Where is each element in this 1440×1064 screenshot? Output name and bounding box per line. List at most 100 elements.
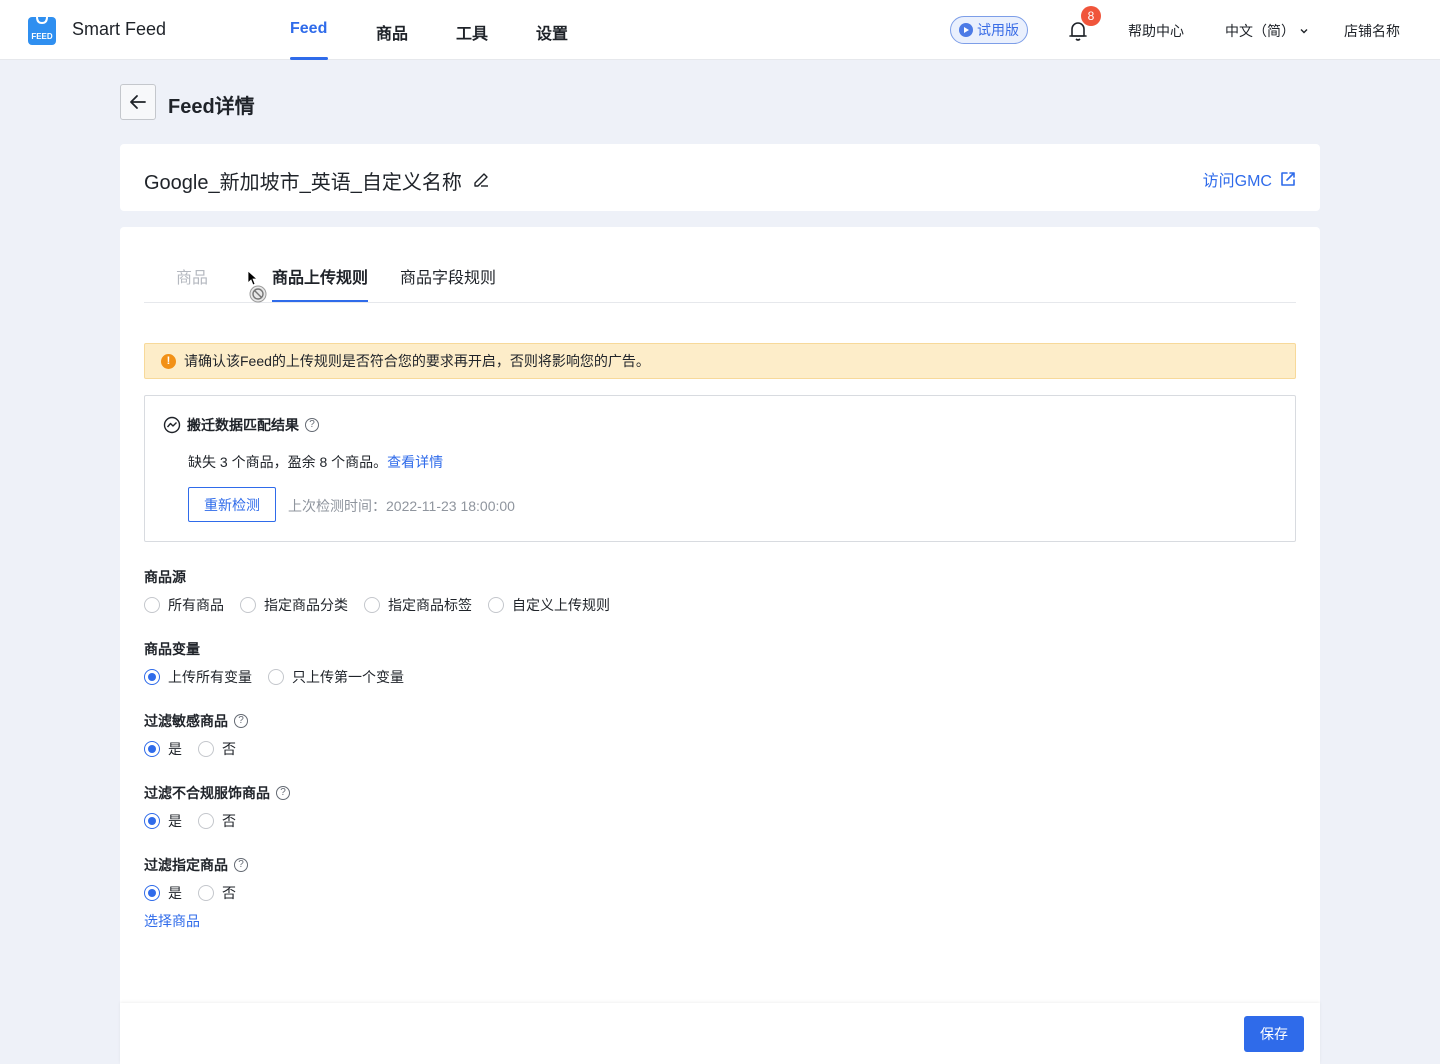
tab-field-rules[interactable]: 商品字段规则 xyxy=(400,264,496,288)
svg-text:FEED: FEED xyxy=(31,32,53,41)
filter-sensitive-options: 是 否 xyxy=(144,739,252,759)
help-icon[interactable]: ? xyxy=(276,786,290,800)
back-button[interactable] xyxy=(120,84,156,120)
match-summary: 缺失 3 个商品，盈余 8 个商品。查看详情 xyxy=(188,452,443,472)
radio-indicator xyxy=(488,597,504,613)
radio-upload-first-variant[interactable]: 只上传第一个变量 xyxy=(268,667,404,687)
radio-label: 自定义上传规则 xyxy=(512,597,610,613)
save-button[interactable]: 保存 xyxy=(1244,1016,1304,1052)
product-source-label-text: 商品源 xyxy=(144,569,186,585)
radio-custom-upload-rule[interactable]: 自定义上传规则 xyxy=(488,595,610,615)
nav-tab-products[interactable]: 商品 xyxy=(376,20,408,44)
filter-apparel-options: 是 否 xyxy=(144,811,252,831)
radio-indicator xyxy=(144,597,160,613)
arrow-left-icon xyxy=(130,95,146,109)
warning-text: 请确认该Feed的上传规则是否符合您的要求再开启，否则将影响您的广告。 xyxy=(184,353,650,369)
warning-icon: ! xyxy=(161,353,176,369)
radio-label: 指定商品标签 xyxy=(388,597,472,613)
select-products-link[interactable]: 选择商品 xyxy=(144,911,200,931)
nav-active-indicator xyxy=(290,57,328,60)
radio-indicator xyxy=(144,885,160,901)
last-check-time: 上次检测时间：2022-11-23 18:00:00 xyxy=(288,498,515,514)
radio-indicator xyxy=(198,813,214,829)
radio-indicator xyxy=(240,597,256,613)
warning-alert: ! 请确认该Feed的上传规则是否符合您的要求再开启，否则将影响您的广告。 xyxy=(144,343,1296,379)
radio-label: 只上传第一个变量 xyxy=(292,669,404,685)
chart-circle-icon xyxy=(163,416,181,434)
filter-specified-label-text: 过滤指定商品 xyxy=(144,857,228,873)
filter-apparel-label: 过滤不合规服饰商品 ? xyxy=(144,783,290,803)
product-source-label: 商品源 xyxy=(144,567,186,587)
trial-label: 试用版 xyxy=(977,22,1019,38)
language-selector[interactable]: 中文（简） xyxy=(1225,21,1309,41)
radio-specified-category[interactable]: 指定商品分类 xyxy=(240,595,348,615)
match-title-text: 搬迁数据匹配结果 xyxy=(187,417,299,433)
footer-bar: 保存 xyxy=(120,1003,1320,1064)
product-variants-label: 商品变量 xyxy=(144,639,200,659)
match-result-title: 搬迁数据匹配结果 ? xyxy=(163,415,319,435)
notification-count-badge: 8 xyxy=(1081,6,1101,26)
recheck-button[interactable]: 重新检测 xyxy=(188,487,276,522)
nav-tab-settings[interactable]: 设置 xyxy=(536,20,568,44)
trial-icon xyxy=(959,23,973,37)
filter-sensitive-label: 过滤敏感商品 ? xyxy=(144,711,248,731)
radio-specified-no[interactable]: 否 xyxy=(198,883,236,903)
help-icon[interactable]: ? xyxy=(234,714,248,728)
app-name: Smart Feed xyxy=(72,19,167,39)
nav-tab-feed[interactable]: Feed xyxy=(290,20,327,38)
radio-label: 是 xyxy=(168,885,182,901)
radio-indicator xyxy=(144,813,160,829)
chevron-down-icon xyxy=(1300,29,1308,34)
radio-label: 是 xyxy=(168,813,182,829)
app-logo-icon: FEED xyxy=(28,16,56,45)
view-details-link[interactable]: 查看详情 xyxy=(387,454,443,470)
store-name-menu[interactable]: 店铺名称 xyxy=(1344,21,1400,41)
radio-specified-tag[interactable]: 指定商品标签 xyxy=(364,595,472,615)
detail-tabs: 商品 商品上传规则 商品字段规则 xyxy=(144,227,1296,303)
tab-products[interactable]: 商品 xyxy=(176,264,208,288)
radio-upload-all-variants[interactable]: 上传所有变量 xyxy=(144,667,252,687)
radio-all-products[interactable]: 所有商品 xyxy=(144,595,224,615)
radio-label: 指定商品分类 xyxy=(264,597,348,613)
nav-tab-tools[interactable]: 工具 xyxy=(456,20,488,44)
language-label: 中文（简） xyxy=(1225,23,1295,39)
radio-label: 所有商品 xyxy=(168,597,224,613)
radio-indicator xyxy=(268,669,284,685)
feed-name-card: Google_新加坡市_英语_自定义名称 访问GMC xyxy=(120,144,1320,211)
edit-icon[interactable] xyxy=(472,170,490,188)
match-summary-text: 缺失 3 个商品，盈余 8 个商品。 xyxy=(188,454,388,470)
radio-apparel-yes[interactable]: 是 xyxy=(144,811,182,831)
filter-specified-options: 是 否 xyxy=(144,883,252,903)
top-navigation-bar: FEED Smart Feed Feed 商品 工具 设置 试用版 8 帮助中心… xyxy=(0,0,1440,60)
filter-specified-label: 过滤指定商品 ? xyxy=(144,855,248,875)
upload-rules-card: 商品 商品上传规则 商品字段规则 ! 请确认该Feed的上传规则是否符合您的要求… xyxy=(120,227,1320,1064)
radio-indicator xyxy=(364,597,380,613)
visit-gmc-link[interactable]: 访问GMC xyxy=(1203,167,1296,191)
help-icon[interactable]: ? xyxy=(305,418,319,432)
tab-upload-rules[interactable]: 商品上传规则 xyxy=(272,264,368,288)
radio-indicator xyxy=(198,885,214,901)
help-center-link[interactable]: 帮助中心 xyxy=(1128,21,1184,41)
radio-sensitive-no[interactable]: 否 xyxy=(198,739,236,759)
feed-name: Google_新加坡市_英语_自定义名称 xyxy=(144,172,462,194)
page-title: Feed详情 xyxy=(168,96,255,118)
radio-indicator xyxy=(144,669,160,685)
tab-active-indicator xyxy=(272,300,368,302)
product-source-options: 所有商品 指定商品分类 指定商品标签 自定义上传规则 xyxy=(144,595,626,615)
visit-gmc-label: 访问GMC xyxy=(1202,173,1272,190)
radio-label: 否 xyxy=(222,813,236,829)
trial-badge[interactable]: 试用版 xyxy=(950,16,1028,44)
external-link-icon xyxy=(1281,172,1295,186)
not-allowed-cursor-icon xyxy=(248,271,267,303)
help-icon[interactable]: ? xyxy=(234,858,248,872)
radio-apparel-no[interactable]: 否 xyxy=(198,811,236,831)
filter-apparel-label-text: 过滤不合规服饰商品 xyxy=(144,785,270,801)
radio-label: 是 xyxy=(168,741,182,757)
filter-sensitive-label-text: 过滤敏感商品 xyxy=(144,713,228,729)
migration-match-panel: 搬迁数据匹配结果 ? 缺失 3 个商品，盈余 8 个商品。查看详情 重新检测 上… xyxy=(144,395,1296,542)
radio-indicator xyxy=(198,741,214,757)
radio-specified-yes[interactable]: 是 xyxy=(144,883,182,903)
radio-sensitive-yes[interactable]: 是 xyxy=(144,739,182,759)
radio-label: 上传所有变量 xyxy=(168,669,252,685)
radio-indicator xyxy=(144,741,160,757)
